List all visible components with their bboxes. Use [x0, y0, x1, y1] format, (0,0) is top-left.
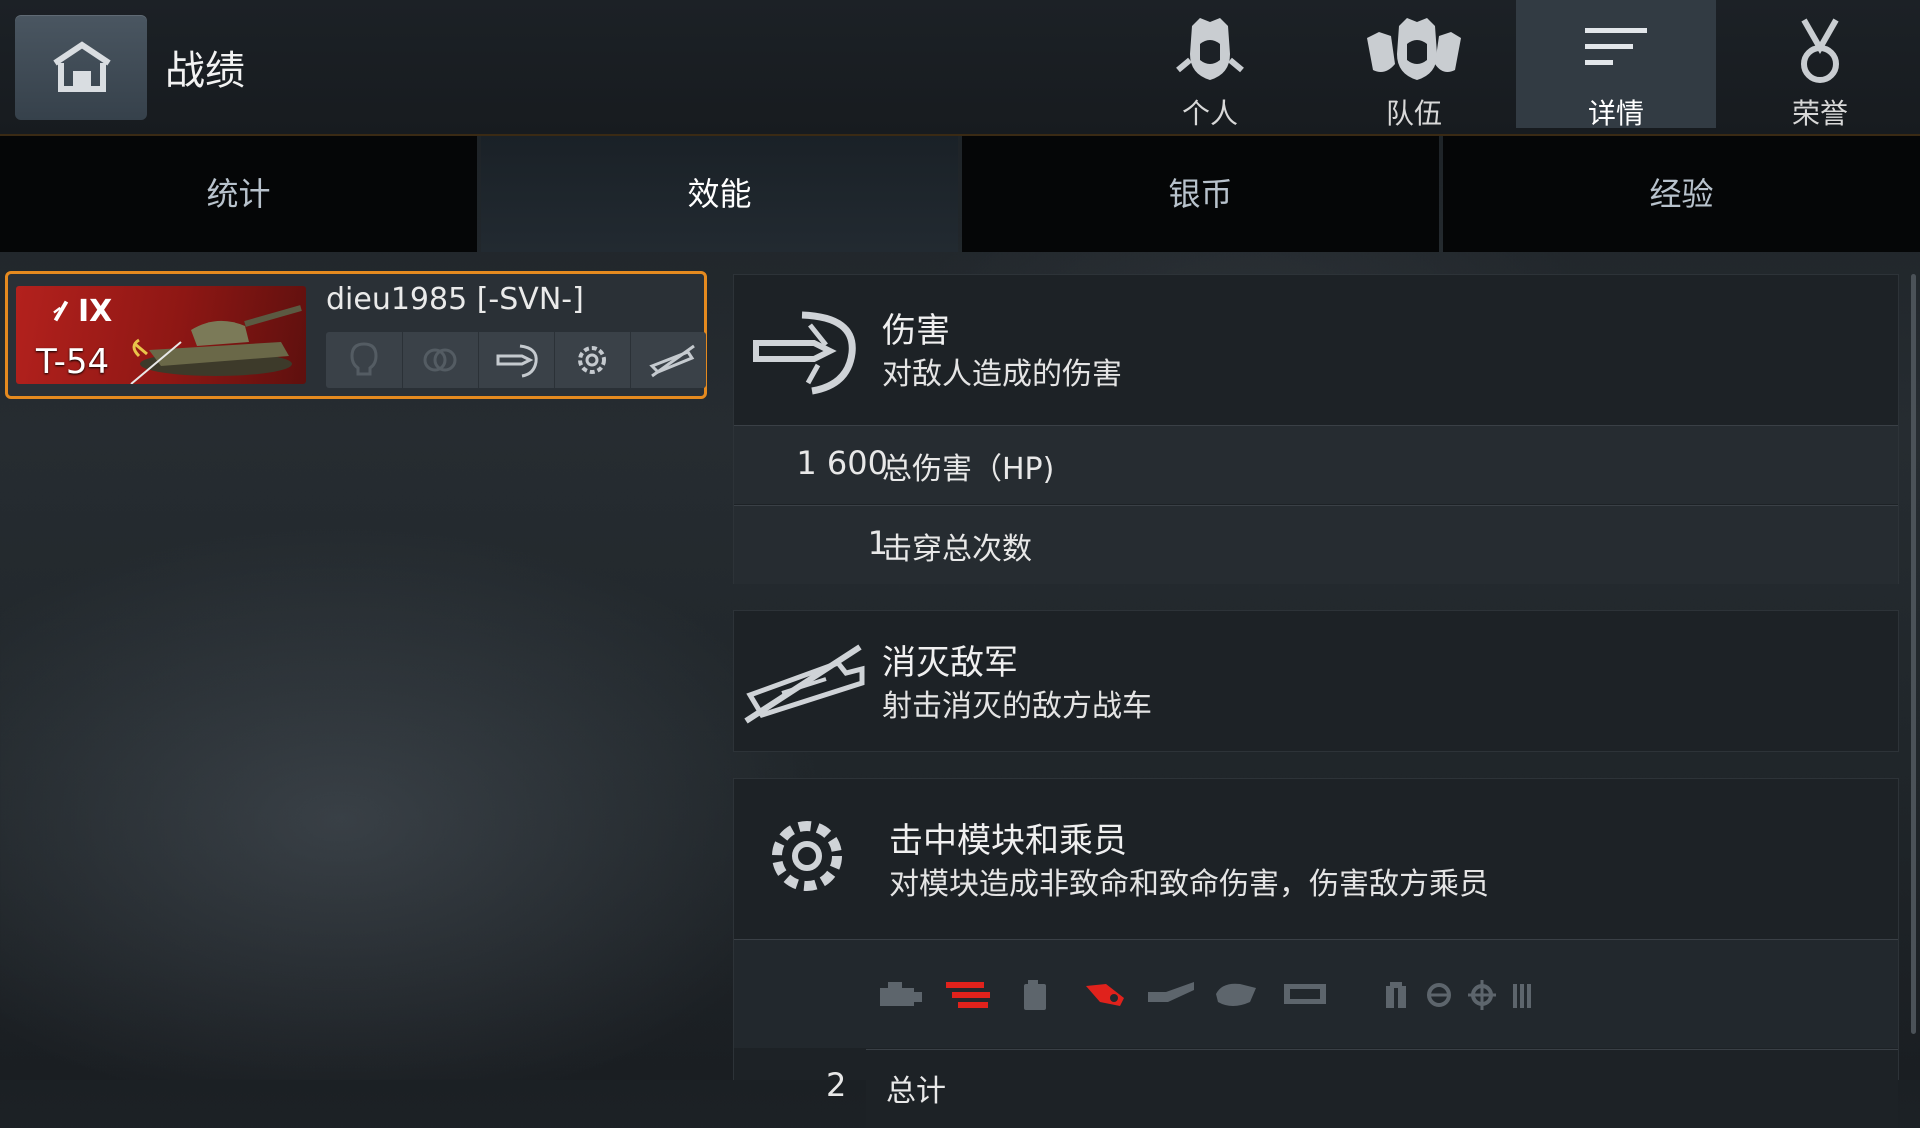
tracks-icon [1148, 982, 1194, 1002]
modules-panel: 击中模块和乘员 对模块造成非致命和致命伤害，伤害敌方乘员 2 总计 [733, 778, 1899, 1128]
turret-icon [1216, 983, 1256, 1006]
tier-mark-icon [53, 300, 69, 322]
crew-team-icon [1367, 18, 1461, 80]
subtab-experience[interactable]: 经验 [1443, 136, 1920, 252]
tab-honors[interactable]: 荣誉 [1720, 0, 1920, 130]
damage-title: 伤害 [882, 311, 950, 351]
tab-personal[interactable]: 个人 [1110, 0, 1310, 130]
total-damage-value: 1 600 [796, 444, 888, 482]
achv-assist [402, 332, 479, 388]
tank-name: T-54 [36, 342, 110, 382]
achv-spotting [326, 332, 403, 388]
subtab-credits[interactable]: 银币 [962, 136, 1439, 252]
tab-honors-label: 荣誉 [1791, 97, 1848, 130]
ammo-rack-icon [946, 982, 990, 1008]
damage-icon [496, 344, 538, 378]
kills-subtitle: 射击消灭的敌方战车 [882, 689, 1152, 724]
tank-icon [130, 305, 302, 384]
assist-icon [423, 348, 457, 372]
sub-tabs: 统计 效能 银币 经验 [0, 136, 1920, 252]
kills-title: 消灭敌军 [882, 643, 1018, 683]
medal-icon [1801, 18, 1839, 83]
table-row: 1 600 总伤害（HP) [734, 425, 1898, 504]
module-icon [578, 346, 606, 374]
scrollbar[interactable] [1911, 274, 1916, 1034]
list-lines-icon [1585, 28, 1647, 65]
home-button[interactable] [15, 15, 147, 120]
nation-flag: IX T-54 [16, 286, 306, 384]
top-bar: 战绩 个人 队伍 详情 荣誉 [0, 0, 1920, 136]
page-title: 战绩 [165, 48, 245, 94]
damage-panel: 伤害 对敌人造成的伤害 1 600 总伤害（HP) 1 击穿总次数 [733, 274, 1899, 584]
player-card[interactable]: IX T-54 dieu1985 [-SVN-] [5, 271, 707, 399]
garage-icon [53, 41, 111, 92]
modules-subtitle: 对模块造成非致命和致命伤害，伤害敌方乘员 [889, 867, 1489, 902]
subtab-efficiency[interactable]: 效能 [481, 136, 958, 252]
module-icon [772, 821, 842, 891]
tab-details-label: 详情 [1587, 97, 1644, 130]
crew-single-icon [1176, 18, 1244, 80]
table-row: 1 击穿总次数 [734, 505, 1898, 584]
modules-title: 击中模块和乘员 [889, 821, 1127, 861]
tab-personal-label: 个人 [1181, 97, 1238, 130]
gunner-icon [1468, 980, 1496, 1010]
engine-icon [880, 982, 922, 1006]
tab-team[interactable]: 队伍 [1314, 0, 1514, 130]
total-damage-label: 总伤害（HP) [882, 452, 1055, 487]
driver-icon [1427, 983, 1451, 1007]
penetrations-label: 击穿总次数 [882, 532, 1032, 567]
damage-subtitle: 对敌人造成的伤害 [882, 357, 1122, 392]
fuel-tank-icon [1024, 980, 1046, 1010]
gun-icon [1086, 984, 1124, 1006]
achv-damage [478, 332, 555, 388]
player-name: dieu1985 [-SVN-] [326, 282, 584, 317]
modules-total-value: 2 [826, 1066, 847, 1104]
modules-total-label: 总计 [886, 1074, 946, 1109]
kills-panel: 消灭敌军 射击消灭的敌方战车 [733, 610, 1899, 752]
damage-icon [753, 311, 856, 395]
kill-icon [649, 344, 695, 378]
radio-icon [1284, 984, 1326, 1004]
loader-icon [1513, 984, 1531, 1008]
achievement-row [326, 332, 706, 388]
commander-icon [1386, 982, 1406, 1008]
tab-team-label: 队伍 [1385, 97, 1442, 130]
achv-module [554, 332, 631, 388]
kill-icon [744, 644, 865, 724]
table-row: 2 总计 [826, 1049, 1898, 1128]
achv-kill [630, 332, 706, 388]
tab-details[interactable]: 详情 [1516, 0, 1716, 130]
module-icons-row [734, 939, 1898, 1048]
tank-tier: IX [78, 294, 113, 329]
subtab-statistics[interactable]: 统计 [0, 136, 477, 252]
spotting-icon [350, 342, 378, 376]
